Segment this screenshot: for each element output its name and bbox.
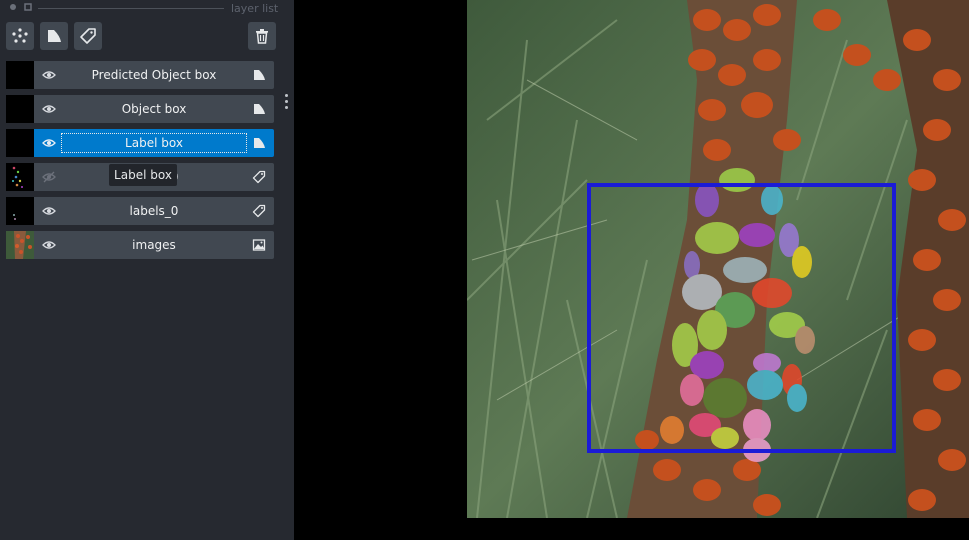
layer-row-images[interactable]: images: [6, 231, 274, 259]
layer-name[interactable]: Predicted Object box: [62, 66, 246, 84]
new-shapes-layer-button[interactable]: [40, 22, 68, 50]
visibility-eye-icon[interactable]: [42, 103, 56, 115]
layer-thumbnail: [6, 95, 34, 123]
shapes-icon: [48, 30, 61, 42]
more-options-handle[interactable]: [285, 94, 289, 110]
layer-row-predicted-object-box[interactable]: Predicted Object box: [6, 61, 274, 89]
layer-name-tooltip: Label box: [109, 164, 177, 186]
visibility-eye-icon[interactable]: [42, 69, 56, 81]
layer-name[interactable]: labels_0: [62, 202, 246, 220]
points-icon: [12, 28, 28, 43]
panel-header: layer list: [0, 0, 294, 18]
panel-title: layer list: [231, 2, 279, 15]
float-panel-icon[interactable]: [23, 2, 33, 12]
trash-icon: [256, 29, 268, 44]
shapes-layer-icon: [254, 138, 265, 148]
visibility-eye-icon[interactable]: [42, 137, 56, 149]
visibility-eye-off-icon[interactable]: [42, 171, 56, 183]
visibility-eye-icon[interactable]: [42, 239, 56, 251]
close-panel-icon[interactable]: [8, 2, 18, 12]
label-bounding-box[interactable]: [587, 183, 896, 453]
labels-layer-icon: [252, 170, 266, 184]
layer-name[interactable]: Object box: [62, 100, 246, 118]
layer-thumbnail: [6, 61, 34, 89]
delete-layer-button[interactable]: [248, 22, 276, 50]
layer-row-labels-0[interactable]: labels_0: [6, 197, 274, 225]
layer-thumbnail: [6, 163, 34, 191]
layer-thumbnail: [6, 231, 34, 259]
labels-layer-icon: [252, 204, 266, 218]
image-canvas[interactable]: [294, 0, 969, 540]
layer-row-object-box[interactable]: Object box: [6, 95, 274, 123]
header-divider: [38, 8, 224, 9]
layer-list-panel: layer list Predicted Object box Object b…: [0, 0, 294, 540]
label-tag-icon: [80, 28, 96, 44]
shapes-layer-icon: [254, 70, 265, 80]
layer-name[interactable]: images: [62, 236, 246, 254]
shapes-layer-icon: [254, 104, 265, 114]
layer-row-label-box[interactable]: Label box: [6, 129, 274, 157]
layer-name-input[interactable]: Label box: [61, 133, 247, 153]
layer-thumbnail: [6, 129, 34, 157]
new-points-layer-button[interactable]: [6, 22, 34, 50]
visibility-eye-icon[interactable]: [42, 205, 56, 217]
new-labels-layer-button[interactable]: [74, 22, 102, 50]
image-layer-icon: [252, 239, 266, 251]
layer-thumbnail: [6, 197, 34, 225]
